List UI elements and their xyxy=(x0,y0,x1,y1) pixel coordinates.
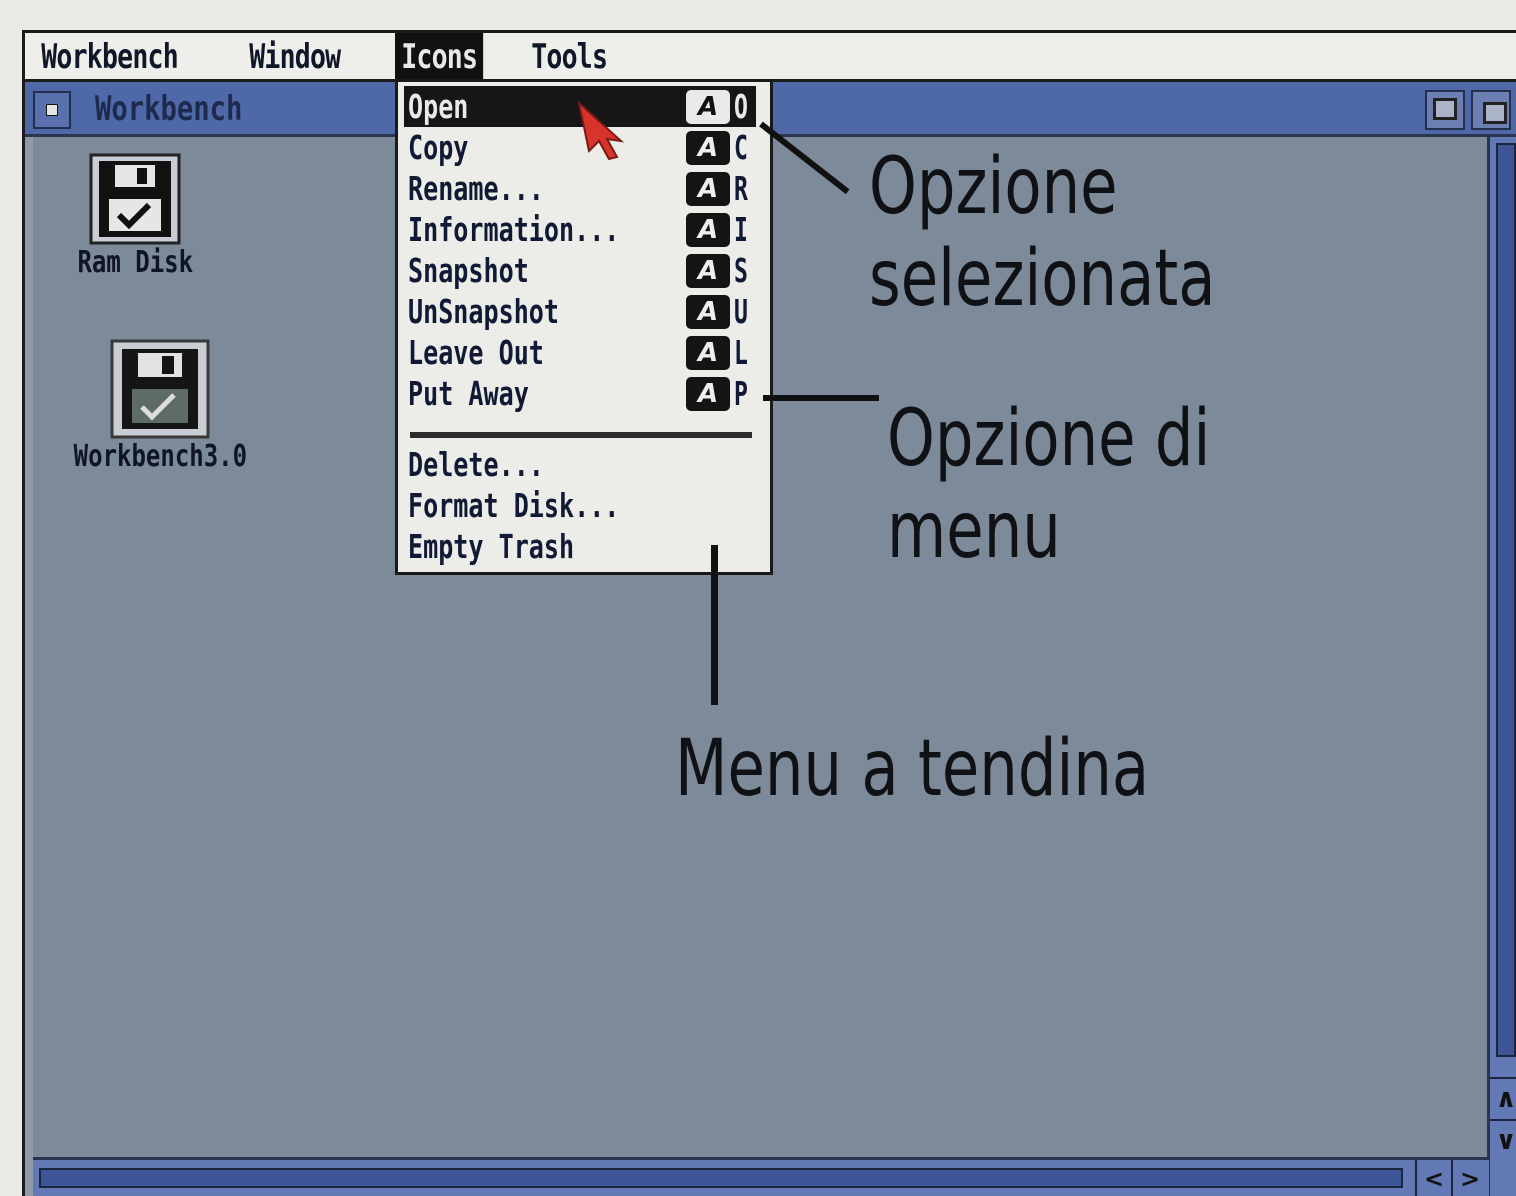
scroll-right-arrow-icon[interactable]: > xyxy=(1451,1160,1487,1196)
depth-gadget-icon[interactable] xyxy=(1471,90,1511,130)
menu-item-format-disk[interactable]: Format Disk... xyxy=(404,485,756,526)
shortcut-key: P xyxy=(734,374,748,413)
scroll-up-arrow-icon[interactable]: ∧ xyxy=(1490,1077,1516,1119)
menu-window[interactable]: Window xyxy=(243,33,347,79)
window-title: Workbench xyxy=(95,89,243,129)
amiga-key-icon: A xyxy=(686,213,730,247)
workbench-disk[interactable]: Workbench3.0 xyxy=(45,339,275,474)
vertical-scrollbar[interactable]: ∧ ∨ xyxy=(1487,137,1516,1196)
menu-item-information[interactable]: Information... A I xyxy=(404,209,756,250)
annotation-line-dropdown xyxy=(711,545,718,705)
floppy-disk-icon[interactable] xyxy=(110,339,210,439)
workbench-disk-label: Workbench3.0 xyxy=(73,439,247,474)
menu-item-delete[interactable]: Delete... xyxy=(404,444,756,485)
amiga-key-icon: A xyxy=(686,295,730,329)
shortcut-key: L xyxy=(734,333,748,372)
horizontal-scrollbar[interactable]: < > xyxy=(33,1157,1489,1196)
amiga-key-icon: A xyxy=(686,90,730,124)
shortcut-key: I xyxy=(734,210,748,249)
scroll-down-arrow-icon[interactable]: ∨ xyxy=(1490,1119,1516,1161)
menu-tools[interactable]: Tools xyxy=(525,33,613,79)
menu-item-rename[interactable]: Rename... A R xyxy=(404,168,756,209)
amiga-key-icon: A xyxy=(686,377,730,411)
amiga-screen: Workbench Window Icons Tools Workbench ∧… xyxy=(22,30,1516,1196)
menu-item-unsnapshot[interactable]: UnSnapshot A U xyxy=(404,291,756,332)
amiga-key-icon: A xyxy=(686,254,730,288)
annotation-menu-option: Opzione di menu xyxy=(887,394,1211,576)
horizontal-scroll-track[interactable] xyxy=(39,1168,1403,1188)
screen-menu-bar: Workbench Window Icons Tools xyxy=(25,33,1516,82)
annotation-line-option xyxy=(763,395,879,401)
menu-icons[interactable]: Icons xyxy=(395,33,484,79)
menu-item-empty-trash[interactable]: Empty Trash xyxy=(404,526,756,567)
amiga-key-icon: A xyxy=(686,172,730,206)
shortcut-key: O xyxy=(734,87,748,126)
vertical-scroll-track[interactable] xyxy=(1496,143,1516,1057)
scroll-left-arrow-icon[interactable]: < xyxy=(1415,1160,1451,1196)
mouse-pointer-icon xyxy=(577,100,631,165)
annotation-selected-option: Opzione selezionata xyxy=(869,142,1216,324)
menu-item-put-away[interactable]: Put Away A P xyxy=(404,373,756,414)
ram-disk[interactable]: Ram Disk xyxy=(45,153,225,280)
menu-workbench[interactable]: Workbench xyxy=(35,33,184,79)
shortcut-key: U xyxy=(734,292,748,331)
ram-disk-icon[interactable] xyxy=(89,153,181,245)
menu-separator xyxy=(410,432,752,438)
zoom-gadget-icon[interactable] xyxy=(1425,90,1465,130)
menu-item-snapshot[interactable]: Snapshot A S xyxy=(404,250,756,291)
ram-disk-label: Ram Disk xyxy=(77,245,193,280)
shortcut-key: R xyxy=(734,169,748,208)
close-gadget-icon[interactable] xyxy=(33,91,71,129)
shortcut-key: S xyxy=(734,251,748,290)
amiga-key-icon: A xyxy=(686,131,730,165)
shortcut-key: C xyxy=(734,128,748,167)
amiga-key-icon: A xyxy=(686,336,730,370)
menu-item-leave-out[interactable]: Leave Out A L xyxy=(404,332,756,373)
annotation-dropdown-menu: Menu a tendina xyxy=(675,724,1150,814)
